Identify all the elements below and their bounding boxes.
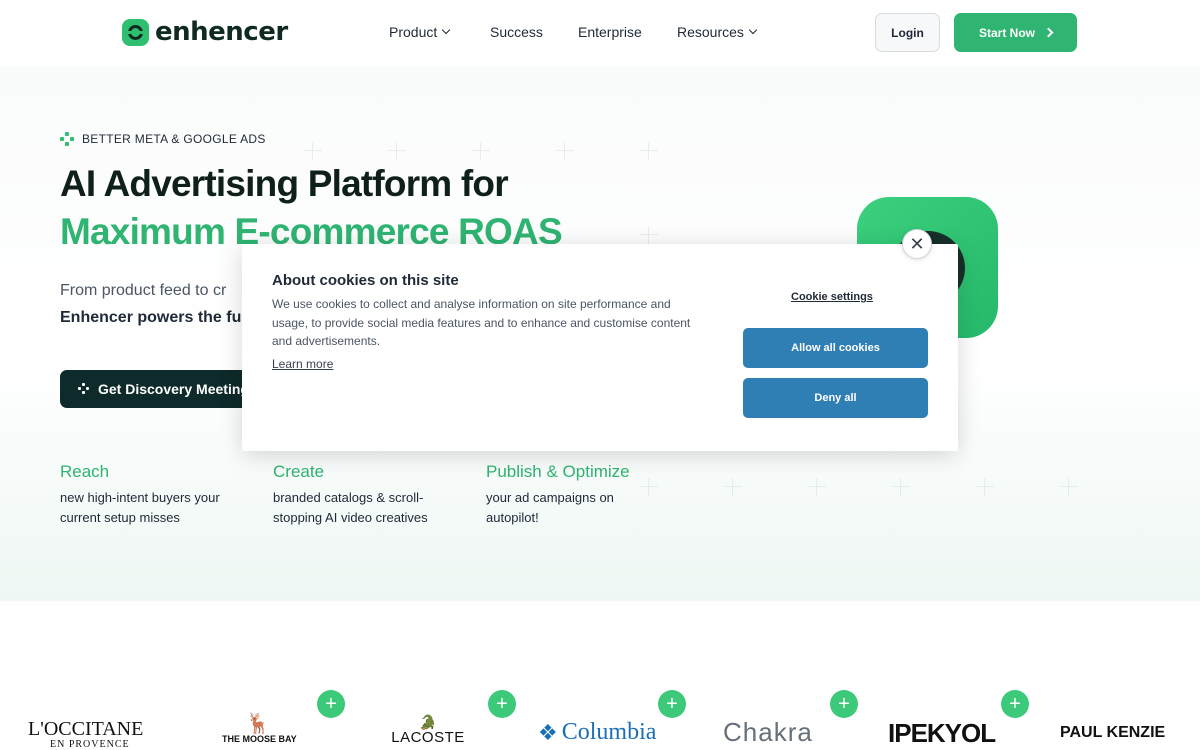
nav-item-resources[interactable]: Resources: [677, 24, 758, 40]
brand-chakra: Chakra: [723, 717, 813, 747]
nav-item-enterprise[interactable]: Enterprise: [578, 24, 642, 40]
brand-name: THE MOOSE BAY: [222, 734, 297, 744]
chevron-down-icon: [748, 25, 758, 35]
plus-decoration-icon: [640, 142, 658, 160]
nav-label: Product: [389, 24, 438, 40]
cookie-settings-link[interactable]: Cookie settings: [791, 291, 873, 303]
brand-the-moose-bay: 🦌 THE MOOSE BAY: [222, 711, 297, 744]
plus-decoration-icon: [808, 478, 826, 496]
brand-loccitane: L'OCCITANE EN PROVENCE: [28, 718, 143, 750]
start-now-button[interactable]: Start Now: [954, 13, 1077, 52]
brand-name: L'OCCITANE: [28, 718, 144, 740]
sparkle-icon: [60, 132, 74, 146]
cookie-consent-dialog: About cookies on this site We use cookie…: [242, 229, 958, 451]
brand-name: LACOSTE: [391, 729, 465, 746]
logo-text: enhencer: [155, 17, 288, 47]
plus-circle-icon: +: [658, 690, 686, 718]
crocodile-icon: 🐊: [419, 714, 437, 730]
nav-item-product[interactable]: Product: [389, 24, 451, 40]
brand-logos-strip: L'OCCITANE EN PROVENCE + 🦌 THE MOOSE BAY…: [0, 601, 1200, 750]
plus-circle-icon: +: [830, 690, 858, 718]
columbia-diamond-icon: ❖: [538, 719, 558, 745]
eyebrow-text: BETTER META & GOOGLE ADS: [82, 132, 266, 146]
feature-text-reach: new high-intent buyers your current setup…: [60, 488, 220, 528]
brand-ipekyol: IPEKYOL: [888, 718, 996, 748]
chevron-right-icon: [1043, 27, 1054, 38]
feature-line: stopping AI video creatives: [273, 510, 428, 525]
feature-title-publish: Publish & Optimize: [486, 462, 630, 481]
chevron-down-icon: [442, 25, 451, 35]
plus-decoration-icon: [1060, 478, 1078, 496]
moose-antlers-icon: 🦌: [245, 713, 271, 735]
allow-all-cookies-button[interactable]: Allow all cookies: [743, 328, 928, 368]
site-header: enhencer Product Success Enterprise Reso…: [0, 0, 1200, 66]
cookie-description: We use cookies to collect and analyse in…: [272, 297, 691, 348]
plus-decoration-icon: [640, 226, 658, 244]
hero-subtitle-line1: From product feed to cr: [60, 282, 227, 299]
close-icon[interactable]: ✕: [902, 229, 932, 259]
feature-line: new high-intent buyers your: [60, 490, 220, 505]
nav-item-success[interactable]: Success: [490, 24, 543, 40]
plus-decoration-icon: [724, 478, 742, 496]
nav-label: Resources: [677, 24, 744, 40]
nav-label: Enterprise: [578, 24, 642, 40]
plus-circle-icon: +: [1001, 690, 1029, 718]
plus-decoration-icon: [976, 478, 994, 496]
brand-lacoste: 🐊 LACOSTE: [388, 715, 468, 746]
hero-subtitle-line2: Enhencer powers the fu: [60, 309, 242, 326]
cookie-title: About cookies on this site: [272, 272, 459, 289]
nav-label: Success: [490, 24, 543, 40]
plus-circle-icon: +: [488, 690, 516, 718]
feature-line: autopilot!: [486, 510, 539, 525]
plus-decoration-icon: [892, 478, 910, 496]
feature-line: current setup misses: [60, 510, 180, 525]
hero-eyebrow: BETTER META & GOOGLE ADS: [60, 132, 266, 146]
login-button[interactable]: Login: [875, 13, 940, 52]
brand-subname: EN PROVENCE: [50, 739, 130, 750]
learn-more-link[interactable]: Learn more: [272, 357, 333, 371]
enhencer-logo-icon: [122, 18, 149, 46]
plus-decoration-icon: [640, 478, 658, 496]
feature-title-reach: Reach: [60, 462, 110, 481]
brand-paul-kenzie: PAUL KENZIE: [1060, 724, 1166, 741]
sparkle-icon: [78, 383, 90, 395]
plus-decoration-icon: [304, 142, 322, 160]
hero-title-line1: AI Advertising Platform for: [60, 163, 509, 204]
plus-decoration-icon: [388, 142, 406, 160]
feature-line: your ad campaigns on: [486, 490, 614, 505]
feature-line: branded catalogs & scroll-: [273, 490, 424, 505]
plus-circle-icon: +: [317, 690, 345, 718]
logo[interactable]: enhencer: [122, 17, 288, 47]
plus-decoration-icon: [556, 142, 574, 160]
plus-decoration-icon: [472, 142, 490, 160]
feature-title-create: Create: [273, 462, 325, 481]
deny-all-button[interactable]: Deny all: [743, 378, 928, 418]
feature-text-create: branded catalogs & scroll-stopping AI vi…: [273, 488, 428, 528]
brand-name: Columbia: [561, 719, 657, 745]
start-now-label: Start Now: [978, 25, 1035, 40]
feature-text-publish: your ad campaigns on autopilot!: [486, 488, 614, 528]
brand-columbia: ❖ Columbia: [538, 719, 656, 746]
cta-label: Get Discovery Meeting: [98, 381, 249, 397]
